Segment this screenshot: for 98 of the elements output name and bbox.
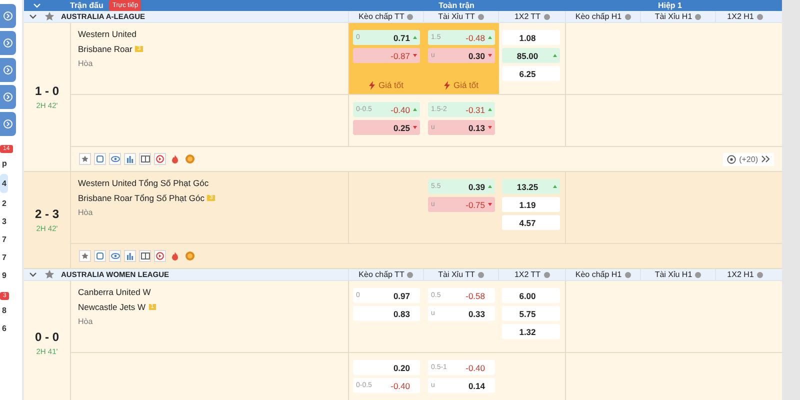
odds-button[interactable]: 85.00 [502,48,560,63]
sidebar-item[interactable]: 7 [0,232,8,247]
draw-label: Hòa [78,317,94,326]
sidebar-item[interactable]: 4 [0,174,8,193]
star-icon[interactable] [44,11,55,22]
eye-icon[interactable] [109,153,121,165]
info-icon[interactable] [695,272,702,278]
eye-icon[interactable] [109,250,121,262]
play-icon[interactable] [154,250,166,262]
draw-label: Hòa [78,208,94,217]
column-header: Kèo chấp TT [358,12,404,21]
info-icon[interactable] [756,14,763,20]
lightning-icon [369,80,376,90]
group-title: Hiệp 1 [656,1,683,10]
column-header: Kèo chấp TT [358,270,404,279]
info-icon[interactable] [695,14,702,20]
team-name[interactable]: Brisbane Roar Tổng Số Phạt Góc [78,193,204,203]
field-icon[interactable] [139,153,151,165]
team-name[interactable]: Western United Tổng Số Phạt Góc [78,178,341,188]
column-header: Tài Xỉu TT [438,12,475,21]
column-header: Tài Xỉu TT [438,270,475,279]
sidebar-button[interactable] [0,58,16,82]
sidebar-item[interactable]: 3 [0,214,8,229]
odds-button[interactable]: 1.08 [502,30,560,45]
more-markets-button[interactable]: (+20) [723,152,774,166]
odds-button[interactable]: 4.57 [502,215,560,230]
chart-icon[interactable] [124,250,136,262]
sidebar-item[interactable]: 8 [0,303,8,318]
odds-button[interactable]: 0.20 [353,360,420,375]
info-icon[interactable] [544,14,550,20]
odds-button[interactable]: 5.75 [502,306,560,321]
best-price-label: Giá tốt [453,80,479,90]
lightning-icon [444,80,450,90]
odds-button[interactable]: 13.25 [502,179,560,194]
column-header: 1X2 TT [514,12,541,21]
sidebar-item[interactable]: 2 [0,196,8,211]
info-icon[interactable] [544,272,550,278]
column-header: Kèo chấp H1 [575,12,622,21]
sidebar-button[interactable] [0,31,16,55]
column-title: Trận đấu [70,1,104,10]
match-score: 2 - 3 [34,207,59,221]
odds-button[interactable]: 0.83 [353,306,420,321]
sidebar-button[interactable] [0,112,16,136]
info-icon[interactable] [478,14,484,20]
play-icon [3,119,13,129]
chart-icon[interactable] [124,153,136,165]
team-name[interactable]: Western United [78,29,341,39]
field-icon[interactable] [139,250,151,262]
info-icon[interactable] [407,14,414,20]
best-price-label: Giá tốt [378,80,404,90]
odds-button[interactable]: 1.32 [502,324,560,339]
team-name[interactable]: Brisbane Roar [78,44,132,54]
sidebar-item[interactable]: 9 [0,268,8,283]
team-name[interactable]: Newcastle Jets W [78,302,146,312]
play-icon [3,38,13,48]
match-score: 1 - 0 [34,84,59,98]
info-icon[interactable] [624,14,631,20]
star-icon[interactable] [44,269,55,280]
draw-label: Hòa [78,59,94,68]
info-icon[interactable] [756,272,763,278]
sidebar-item[interactable]: p [0,156,9,171]
column-header: 1X2 H1 [727,270,754,279]
group-title: Toàn trận [438,1,476,10]
column-header: Tài Xỉu H1 [654,12,692,21]
coin-icon[interactable] [184,250,196,262]
ball-icon [727,154,736,164]
fire-icon[interactable] [169,153,181,165]
column-header: Tài Xỉu H1 [654,270,692,279]
info-icon[interactable] [624,272,631,278]
play-icon [3,92,13,102]
odds-button[interactable]: 0.25 [353,120,420,135]
sidebar-button[interactable] [0,4,16,28]
odds-button[interactable]: -0.87 [353,48,420,63]
odds-button[interactable]: 6.00 [502,288,560,303]
star-icon[interactable] [79,250,91,262]
star-icon[interactable] [79,153,91,165]
play-icon[interactable] [154,153,166,165]
team-name[interactable]: Canberra United W [78,287,341,297]
odds-button[interactable]: 6.25 [502,66,560,81]
column-header: Kèo chấp H1 [575,270,622,279]
column-header: 1X2 H1 [727,12,754,21]
odds-button[interactable]: 1.19 [502,197,560,212]
chevron-down-icon[interactable] [28,270,38,278]
more-count: (+20) [739,154,758,164]
double-chevron-icon [761,155,770,163]
fire-icon[interactable] [169,250,181,262]
info-icon[interactable] [407,272,414,278]
box-icon[interactable] [94,153,106,165]
box-icon[interactable] [94,250,106,262]
column-header: 1X2 TT [514,270,541,279]
coin-icon[interactable] [184,153,196,165]
info-icon[interactable] [478,272,484,278]
match-score: 0 - 0 [34,330,59,344]
play-icon [3,11,13,21]
sidebar-item[interactable]: 7 [0,250,8,265]
sidebar-button[interactable] [0,85,16,109]
sidebar-item[interactable]: 6 [0,321,8,336]
play-icon [3,65,13,75]
